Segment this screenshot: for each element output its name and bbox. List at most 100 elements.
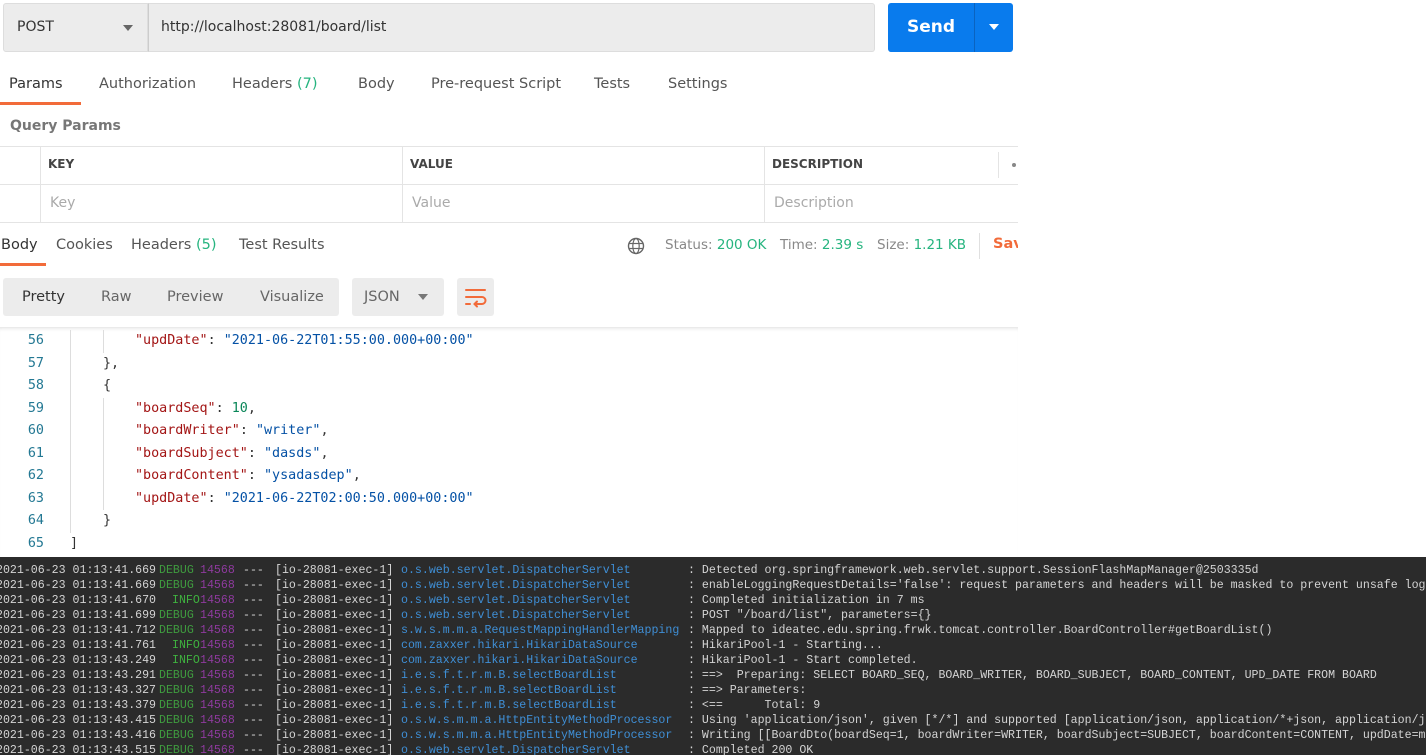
- code-token: ,: [320, 445, 329, 461]
- time-value[interactable]: 2.39 s: [822, 237, 863, 253]
- code-token: ,: [320, 423, 329, 438]
- log-line: 2021-06-23 01:13:43.291 DEBUG 14568 --- [io-…: [0, 668, 1426, 683]
- url-input[interactable]: http://localhost:28081/board/list: [148, 3, 875, 52]
- tab-label: Settings: [668, 76, 728, 92]
- log-message: : POST "/board/list", parameters={}: [688, 609, 932, 622]
- view-visualize[interactable]: Visualize: [260, 289, 324, 305]
- log-timestamp: 2021-06-23 01:13:43.379: [0, 699, 157, 712]
- code-line: 56 "updDate": "2021-06-22T01:55:00.000+00…: [0, 330, 1018, 353]
- tab-params[interactable]: Params: [9, 76, 63, 92]
- log-separator: ---: [243, 744, 264, 755]
- divider: [0, 222, 1018, 223]
- divider: [764, 146, 765, 223]
- log-separator: ---: [243, 729, 264, 742]
- log-timestamp: 2021-06-23 01:13:43.249: [0, 654, 157, 667]
- code-token: ,: [352, 468, 361, 483]
- divider: [998, 152, 999, 178]
- view-preview[interactable]: Preview: [167, 289, 223, 305]
- log-logger: o.s.w.s.m.m.a.HttpEntityMethodProcessor: [401, 714, 673, 727]
- code-text: "boardWriter": "writer",: [135, 420, 329, 442]
- chevron-down-icon: [418, 294, 428, 300]
- tab-label: Headers: [232, 76, 293, 92]
- code-token: :: [215, 400, 232, 416]
- code-line: 60 "boardWriter": "writer",: [0, 420, 1018, 443]
- code-token: ,: [247, 400, 256, 416]
- response-body-editor[interactable]: 56 "updDate": "2021-06-22T01:55:00.000+00…: [0, 327, 1018, 557]
- send-button[interactable]: Send: [888, 3, 974, 52]
- tab-pre-request-script[interactable]: Pre-request Script: [431, 76, 561, 92]
- value-input[interactable]: Value: [412, 195, 450, 211]
- indent-guide: [103, 442, 104, 465]
- response-tab-headers[interactable]: Headers (5): [131, 237, 217, 253]
- view-pretty[interactable]: Pretty: [22, 289, 65, 305]
- code-text: },: [103, 353, 119, 375]
- log-thread: [io-28081-exec-1]: [275, 744, 394, 755]
- code-token: }: [103, 513, 112, 528]
- line-number: 61: [27, 445, 44, 461]
- log-thread: [io-28081-exec-1]: [275, 699, 394, 712]
- indent-guide: [70, 487, 71, 510]
- log-line: 2021-06-23 01:13:43.249 INFO 14568 --- [io-2…: [0, 653, 1426, 668]
- log-line: 2021-06-23 01:13:43.327 DEBUG 14568 --- [io-…: [0, 683, 1426, 698]
- divider: [40, 146, 41, 223]
- log-thread: [io-28081-exec-1]: [275, 714, 394, 727]
- more-icon[interactable]: [1012, 163, 1016, 167]
- response-size: Size: 1.21 KB: [877, 237, 966, 253]
- log-message: : HikariPool-1 - Start completed.: [688, 654, 918, 667]
- code-token: :: [239, 423, 256, 438]
- response-tab-body[interactable]: Body: [1, 237, 38, 253]
- indent-guide: [103, 487, 104, 510]
- save-response-button[interactable]: Save Response: [993, 236, 1018, 252]
- indent-guide: [70, 397, 71, 420]
- tab-tests[interactable]: Tests: [594, 76, 630, 92]
- log-pid: 14568: [200, 624, 235, 637]
- log-logger: i.e.s.f.t.r.m.B.selectBoardList: [401, 669, 617, 682]
- log-logger: com.zaxxer.hikari.HikariDataSource: [401, 654, 638, 667]
- log-level: DEBUG: [159, 669, 194, 682]
- log-pid: 14568: [200, 654, 235, 667]
- log-logger: o.s.web.servlet.DispatcherServlet: [401, 594, 631, 607]
- description-input[interactable]: Description: [774, 195, 854, 211]
- format-select[interactable]: JSON: [352, 278, 444, 316]
- log-separator: ---: [243, 594, 264, 607]
- send-options-button[interactable]: [974, 3, 1013, 52]
- indent-guide: [70, 510, 71, 533]
- log-pid: 14568: [200, 684, 235, 697]
- response-tab-test-results[interactable]: Test Results: [239, 237, 325, 253]
- indent-guide: [70, 442, 71, 465]
- tab-body[interactable]: Body: [358, 76, 395, 92]
- tab-settings[interactable]: Settings: [668, 76, 727, 92]
- tab-headers[interactable]: Headers (7): [232, 76, 318, 92]
- tab-label: Body: [358, 76, 395, 92]
- log-line: 2021-06-23 01:13:41.761 INFO 14568 --- [io-2…: [0, 638, 1426, 653]
- log-timestamp: 2021-06-23 01:13:41.712: [0, 624, 157, 637]
- log-message: : Completed 200 OK: [688, 744, 814, 755]
- column-header-key: KEY: [48, 157, 75, 171]
- tab-authorization[interactable]: Authorization: [99, 76, 196, 92]
- line-number: 60: [27, 423, 44, 438]
- indent-guide: [103, 397, 104, 420]
- code-token: :: [247, 468, 264, 483]
- response-tab-cookies[interactable]: Cookies: [56, 237, 113, 253]
- line-number: 59: [27, 400, 44, 416]
- size-value[interactable]: 1.21 KB: [914, 237, 966, 253]
- status-value[interactable]: 200 OK: [717, 237, 767, 253]
- log-level: DEBUG: [159, 609, 194, 622]
- log-thread: [io-28081-exec-1]: [275, 639, 394, 652]
- log-separator: ---: [243, 654, 264, 667]
- active-tab-indicator: [0, 263, 46, 266]
- log-separator: ---: [243, 624, 264, 637]
- divider: [0, 146, 1018, 147]
- indent-guide: [70, 330, 71, 353]
- globe-icon[interactable]: [627, 237, 645, 255]
- wrap-lines-button[interactable]: [457, 278, 494, 316]
- method-select[interactable]: POST: [3, 3, 148, 52]
- view-raw[interactable]: Raw: [101, 289, 132, 305]
- log-separator: ---: [243, 669, 264, 682]
- key-input[interactable]: Key: [50, 195, 75, 211]
- console-log[interactable]: 2021-06-23 01:13:41.669 DEBUG 14568 --- [io-…: [0, 557, 1426, 755]
- log-timestamp: 2021-06-23 01:13:43.415: [0, 714, 157, 727]
- log-level: INFO: [172, 594, 200, 607]
- log-thread: [io-28081-exec-1]: [275, 684, 394, 697]
- indent-guide: [70, 375, 71, 398]
